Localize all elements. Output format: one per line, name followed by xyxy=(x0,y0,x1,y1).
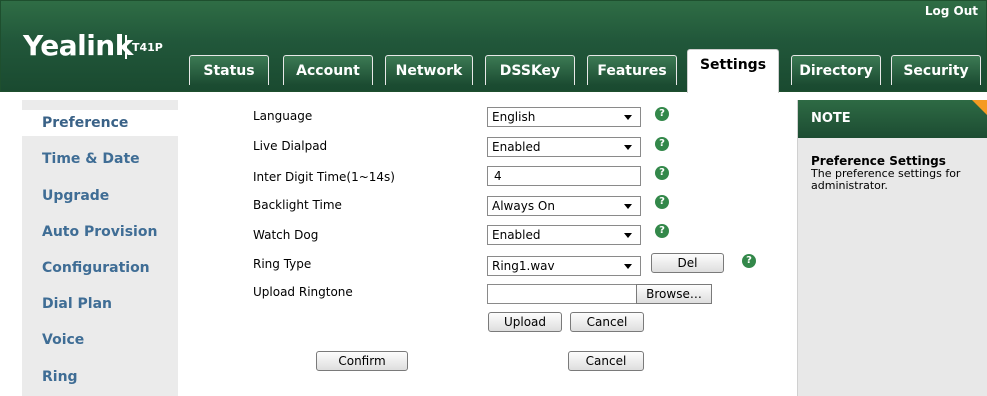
note-subtitle: Preference Settings xyxy=(811,154,946,168)
upload-ringtone-label: Upload Ringtone xyxy=(253,285,353,299)
sidebar-item-preference[interactable]: Preference xyxy=(22,110,178,136)
note-title: NOTE xyxy=(811,111,851,126)
sidebar-item-upgrade[interactable]: Upgrade xyxy=(22,183,178,209)
inter-digit-label: Inter Digit Time(1~14s) xyxy=(253,170,395,184)
help-icon[interactable]: ? xyxy=(742,254,756,268)
tab-directory[interactable]: Directory xyxy=(791,55,881,85)
note-panel: NOTE Preference Settings The preference … xyxy=(797,100,987,396)
language-label: Language xyxy=(253,109,313,123)
cancel-upload-button[interactable]: Cancel xyxy=(570,312,644,332)
ring-type-value: Ring1.wav xyxy=(492,259,555,273)
help-icon[interactable]: ? xyxy=(655,107,669,121)
sidebar-item-voice[interactable]: Voice xyxy=(22,327,178,353)
brand-logo: Yealink xyxy=(23,29,133,62)
tab-account[interactable]: Account xyxy=(283,55,373,85)
tab-settings[interactable]: Settings xyxy=(687,49,779,93)
live-dialpad-select[interactable]: Enabled xyxy=(487,137,641,157)
chevron-down-icon xyxy=(624,264,632,269)
tab-network[interactable]: Network xyxy=(385,55,473,85)
backlight-select[interactable]: Always On xyxy=(487,196,641,216)
chevron-down-icon xyxy=(624,115,632,120)
help-icon[interactable]: ? xyxy=(655,195,669,209)
backlight-label: Backlight Time xyxy=(253,198,342,212)
ringtone-file-input[interactable] xyxy=(487,284,637,304)
sidebar-item-auto-provision[interactable]: Auto Provision xyxy=(22,219,178,245)
ring-type-select[interactable]: Ring1.wav xyxy=(487,256,641,276)
watchdog-value: Enabled xyxy=(492,228,541,242)
tab-security[interactable]: Security xyxy=(891,55,981,85)
language-select[interactable]: English xyxy=(487,107,641,127)
watchdog-select[interactable]: Enabled xyxy=(487,225,641,245)
help-icon[interactable]: ? xyxy=(655,137,669,151)
note-text: The preference settings for administrato… xyxy=(811,167,961,192)
backlight-value: Always On xyxy=(492,199,555,213)
inter-digit-input[interactable]: 4 xyxy=(487,166,641,186)
live-dialpad-value: Enabled xyxy=(492,140,541,154)
chevron-down-icon xyxy=(624,233,632,238)
sidebar-item-dial-plan[interactable]: Dial Plan xyxy=(22,291,178,317)
tab-dsskey[interactable]: DSSKey xyxy=(485,55,575,85)
language-value: English xyxy=(492,110,536,124)
tab-features[interactable]: Features xyxy=(587,55,677,85)
logo-divider xyxy=(125,35,127,59)
watchdog-label: Watch Dog xyxy=(253,228,319,242)
confirm-button[interactable]: Confirm xyxy=(316,351,408,371)
phone-model: T41P xyxy=(132,41,163,54)
note-header: NOTE xyxy=(798,100,987,138)
note-corner-accent xyxy=(972,100,987,116)
settings-sidebar: Preference Time & Date Upgrade Auto Prov… xyxy=(22,100,178,396)
help-icon[interactable]: ? xyxy=(655,166,669,180)
ring-type-label: Ring Type xyxy=(253,257,312,271)
tab-status[interactable]: Status xyxy=(189,55,269,85)
live-dialpad-label: Live Dialpad xyxy=(253,139,328,153)
sidebar-item-time-date[interactable]: Time & Date xyxy=(22,146,178,172)
chevron-down-icon xyxy=(624,204,632,209)
delete-ringtone-button[interactable]: Del xyxy=(651,253,724,273)
chevron-down-icon xyxy=(624,145,632,150)
sidebar-item-ring[interactable]: Ring xyxy=(22,364,178,390)
browse-button[interactable]: Browse… xyxy=(636,284,712,304)
logout-link[interactable]: Log Out xyxy=(925,4,978,18)
cancel-button[interactable]: Cancel xyxy=(568,351,644,371)
upload-button[interactable]: Upload xyxy=(488,312,562,332)
sidebar-item-configuration[interactable]: Configuration xyxy=(22,255,178,281)
help-icon[interactable]: ? xyxy=(655,224,669,238)
top-header: Yealink T41P Log Out Status Account Netw… xyxy=(0,0,987,93)
